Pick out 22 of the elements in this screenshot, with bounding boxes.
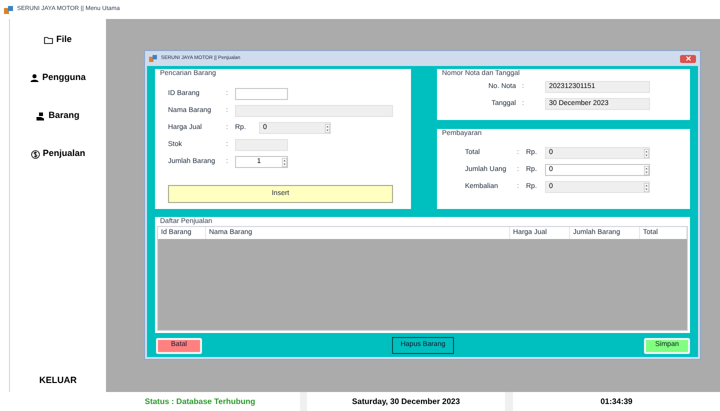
menu-button[interactable]: Barang xyxy=(36,107,80,125)
folder-icon xyxy=(44,36,54,44)
input-field[interactable] xyxy=(235,88,288,100)
date-text: Saturday, 30 December 2023 xyxy=(307,392,505,411)
spinner-arrows-icon xyxy=(282,158,287,166)
close-button[interactable] xyxy=(680,54,696,62)
status-text: Status : Database Terhubung xyxy=(100,392,300,411)
spinner-arrows-icon xyxy=(644,182,649,192)
box-hand-icon xyxy=(36,112,46,120)
spinner-arrows-icon xyxy=(325,124,330,132)
app-icon xyxy=(4,6,13,14)
app-icon xyxy=(149,55,157,62)
exit-button[interactable]: KELUAR xyxy=(39,374,77,387)
spinner-arrows-icon xyxy=(644,148,649,158)
dollar-icon xyxy=(30,150,40,158)
close-icon xyxy=(686,56,690,61)
time-text: 01:34:39 xyxy=(513,392,720,411)
menu-button[interactable]: Penjualan xyxy=(30,145,86,163)
spinner-arrows-icon xyxy=(644,166,649,174)
person-icon xyxy=(30,74,40,82)
menu-button[interactable]: File xyxy=(44,31,72,49)
menu-button[interactable]: Pengguna xyxy=(30,69,86,87)
